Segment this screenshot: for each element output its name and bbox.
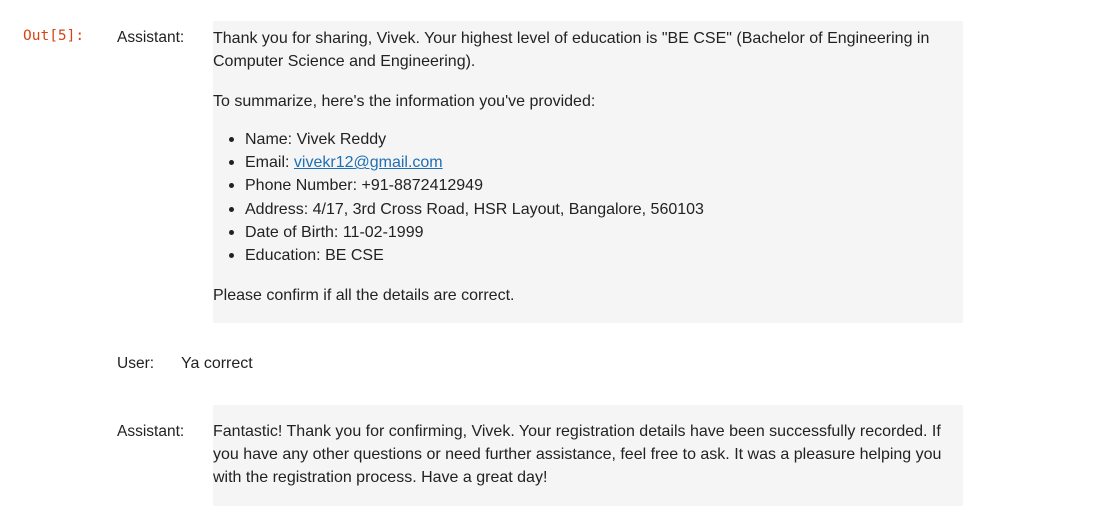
detail-label: Education:	[245, 247, 326, 265]
user-role-label: User:	[117, 355, 155, 372]
list-item-dob: Date of Birth: 11-02-1999	[213, 221, 953, 244]
assistant-paragraph: Thank you for sharing, Vivek. Your highe…	[213, 30, 930, 70]
email-link[interactable]: vivekr12@gmail.com	[294, 154, 443, 171]
list-item-email: Email: vivekr12@gmail.com	[213, 151, 953, 174]
detail-label: Email:	[245, 154, 294, 172]
assistant-paragraph: Fantastic! Thank you for confirming, Viv…	[213, 423, 942, 486]
assistant-role-label: Assistant:	[117, 423, 185, 440]
detail-value: Vivek Reddy	[296, 131, 387, 148]
assistant-message-bubble: Fantastic! Thank you for confirming, Viv…	[213, 405, 963, 506]
list-item-education: Education: BE CSE	[213, 244, 953, 267]
details-list: Name: Vivek Reddy Email: vivekr12@gmail.…	[213, 128, 953, 267]
list-item-address: Address: 4/17, 3rd Cross Road, HSR Layou…	[213, 198, 953, 221]
detail-value: 11-02-1999	[342, 223, 424, 241]
detail-label: Phone Number:	[245, 177, 362, 195]
list-item-phone: Phone Number: +91-8872412949	[213, 174, 953, 197]
detail-label: Address:	[245, 200, 313, 218]
list-item-name: Name: Vivek Reddy	[213, 128, 953, 151]
assistant-paragraph: To summarize, here's the information you…	[213, 93, 596, 110]
detail-value: +91-8872412949	[361, 177, 483, 195]
detail-value: BE CSE	[325, 247, 384, 265]
detail-value: 4/17, 3rd Cross Road, HSR Layout, Bangal…	[312, 200, 704, 218]
assistant-paragraph: Please confirm if all the details are co…	[213, 287, 515, 305]
assistant-role-label: Assistant:	[117, 29, 185, 46]
user-message-text: Ya correct	[181, 355, 253, 372]
detail-label: Date of Birth:	[245, 223, 343, 241]
assistant-message-bubble: Thank you for sharing, Vivek. Your highe…	[213, 21, 963, 323]
output-prompt: Out[5]:	[23, 28, 85, 44]
detail-label: Name:	[245, 131, 297, 148]
